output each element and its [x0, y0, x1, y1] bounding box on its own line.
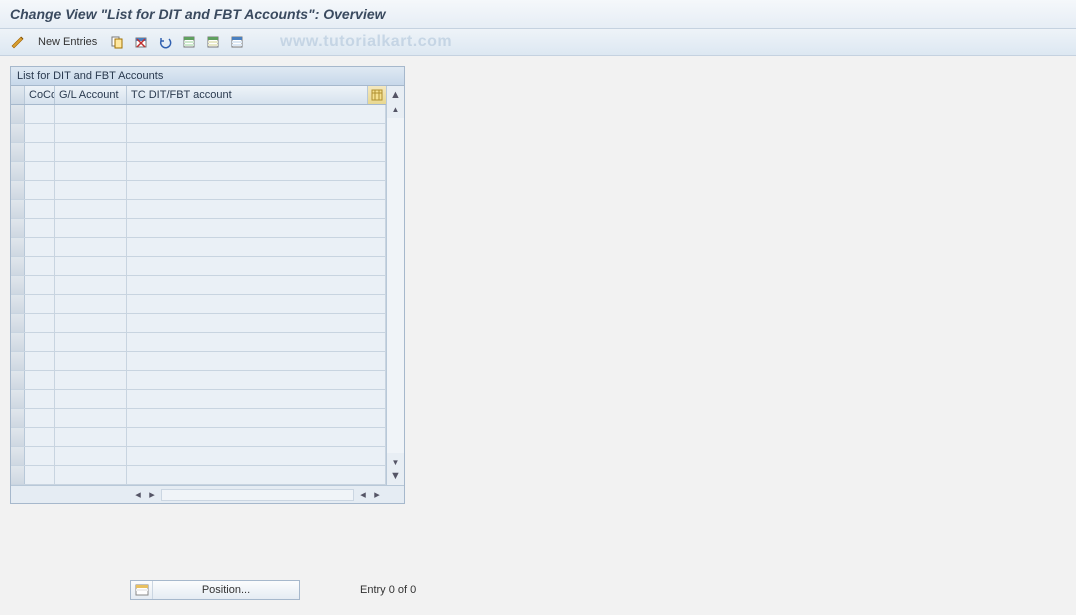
- copy-icon[interactable]: [107, 33, 127, 51]
- table-row[interactable]: [11, 447, 386, 466]
- table-row[interactable]: [11, 162, 386, 181]
- table-row[interactable]: [11, 466, 386, 485]
- undo-icon[interactable]: [155, 33, 175, 51]
- scroll-last-icon[interactable]: ▸: [370, 488, 384, 502]
- table-row[interactable]: [11, 352, 386, 371]
- table-row[interactable]: [11, 200, 386, 219]
- scroll-track[interactable]: [387, 118, 404, 453]
- select-block-icon[interactable]: [203, 33, 223, 51]
- horizontal-scrollbar[interactable]: ◂ ▸ ◂ ▸: [11, 485, 404, 503]
- table-wrap: CoCd G/L Account TC DIT/FBT account: [11, 86, 404, 485]
- toggle-change-icon[interactable]: [8, 33, 28, 51]
- scroll-left-icon[interactable]: ▸: [145, 488, 159, 502]
- position-icon: [131, 581, 153, 599]
- deselect-all-icon[interactable]: [227, 33, 247, 51]
- footer-row: Position... Entry 0 of 0: [0, 580, 1076, 600]
- table-row[interactable]: [11, 371, 386, 390]
- scroll-right-icon[interactable]: ◂: [356, 488, 370, 502]
- position-label: Position...: [153, 584, 299, 596]
- scroll-down2-icon[interactable]: ▼: [389, 455, 403, 469]
- position-button[interactable]: Position...: [130, 580, 300, 600]
- column-tc-account[interactable]: TC DIT/FBT account: [127, 86, 368, 104]
- vertical-scrollbar[interactable]: ▲ ▲ ▼ ▼: [386, 86, 404, 485]
- table-row[interactable]: [11, 409, 386, 428]
- table-row[interactable]: [11, 181, 386, 200]
- table-row[interactable]: [11, 124, 386, 143]
- new-entries-button[interactable]: New Entries: [32, 34, 103, 50]
- content-area: List for DIT and FBT Accounts CoCd G/L A…: [0, 56, 1076, 514]
- scroll-down-icon[interactable]: ▼: [389, 469, 403, 483]
- table-main: CoCd G/L Account TC DIT/FBT account: [11, 86, 386, 485]
- column-gl-account[interactable]: G/L Account: [55, 86, 127, 104]
- page-title: Change View "List for DIT and FBT Accoun…: [10, 6, 1066, 22]
- table-row[interactable]: [11, 314, 386, 333]
- column-cocd[interactable]: CoCd: [25, 86, 55, 104]
- table-row[interactable]: [11, 295, 386, 314]
- scroll-first-icon[interactable]: ◂: [131, 488, 145, 502]
- table-body: [11, 105, 386, 485]
- scroll-up-icon[interactable]: ▲: [389, 88, 403, 102]
- panel-header: List for DIT and FBT Accounts: [11, 67, 404, 86]
- table-row[interactable]: [11, 143, 386, 162]
- entry-count-text: Entry 0 of 0: [360, 584, 416, 596]
- select-all-icon[interactable]: [179, 33, 199, 51]
- hscroll-track[interactable]: [161, 489, 354, 501]
- table-row[interactable]: [11, 333, 386, 352]
- table-row[interactable]: [11, 105, 386, 124]
- table-row[interactable]: [11, 219, 386, 238]
- table-row[interactable]: [11, 257, 386, 276]
- delete-icon[interactable]: [131, 33, 151, 51]
- table-row[interactable]: [11, 276, 386, 295]
- table-header-row: CoCd G/L Account TC DIT/FBT account: [11, 86, 386, 105]
- table-row[interactable]: [11, 428, 386, 447]
- scroll-up2-icon[interactable]: ▲: [389, 102, 403, 116]
- accounts-panel: List for DIT and FBT Accounts CoCd G/L A…: [10, 66, 405, 504]
- title-bar: Change View "List for DIT and FBT Accoun…: [0, 0, 1076, 29]
- column-selector[interactable]: [11, 86, 25, 104]
- table-settings-icon[interactable]: [368, 86, 386, 104]
- watermark-text: www.tutorialkart.com: [280, 33, 452, 51]
- table-row[interactable]: [11, 390, 386, 409]
- table-row[interactable]: [11, 238, 386, 257]
- toolbar: New Entries www.tutorialkart.com: [0, 29, 1076, 56]
